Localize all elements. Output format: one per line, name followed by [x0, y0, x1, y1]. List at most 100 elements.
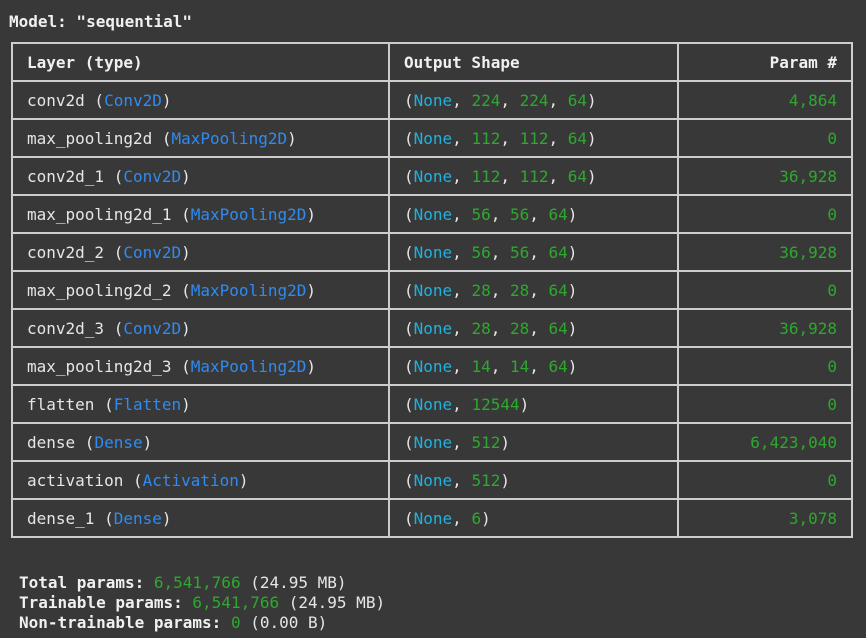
- shape-dim: 28: [471, 280, 491, 300]
- layer-cell: conv2d_3 (Conv2D): [11, 308, 390, 348]
- layer-cell: conv2d_2 (Conv2D): [11, 232, 390, 272]
- shape-dim: 12544: [471, 394, 520, 414]
- shape-dim: 56: [509, 242, 530, 262]
- trainable-params-label: Trainable params:: [19, 593, 183, 612]
- table-row: dense (Dense) (None, 512) 6,423,040: [11, 422, 853, 462]
- layer-type: Activation: [142, 470, 239, 490]
- trainable-params-line: Trainable params: 6,541,766 (24.95 MB): [19, 593, 385, 613]
- shape-dim: 112: [519, 166, 549, 186]
- output-shape-cell: (None, 56, 56, 64): [388, 194, 679, 234]
- param-count: 3,078: [788, 508, 837, 528]
- shape-dim: 512: [471, 432, 501, 452]
- table-row: max_pooling2d_3 (MaxPooling2D) (None, 14,…: [11, 346, 853, 386]
- table-row: conv2d_2 (Conv2D) (None, 56, 56, 64) 36,92…: [11, 232, 853, 272]
- shape-dim: 64: [567, 90, 588, 110]
- layer-type: MaxPooling2D: [171, 128, 288, 148]
- shape-dim: 14: [471, 356, 491, 376]
- layer-name: conv2d_3: [27, 318, 105, 338]
- output-shape-cell: (None, 224, 224, 64): [388, 80, 679, 120]
- model-summary-table: Layer (type) Output Shape Param # conv2d…: [11, 42, 853, 538]
- shape-batch-none: None: [413, 318, 453, 338]
- layer-name: max_pooling2d_1: [27, 204, 172, 224]
- param-count: 36,928: [779, 166, 837, 186]
- shape-dim: 28: [509, 318, 530, 338]
- table-row: max_pooling2d (MaxPooling2D) (None, 112, …: [11, 118, 853, 158]
- param-count: 4,864: [788, 90, 837, 110]
- shape-dim: 6: [471, 508, 482, 528]
- shape-batch-none: None: [413, 470, 453, 490]
- non-trainable-params-line: Non-trainable params: 0 (0.00 B): [19, 613, 385, 633]
- total-params-label: Total params:: [19, 573, 145, 592]
- shape-dim: 112: [471, 128, 501, 148]
- param-count-cell: 0: [677, 118, 853, 158]
- layer-name: dense_1: [27, 508, 95, 528]
- layer-type: MaxPooling2D: [190, 280, 307, 300]
- table-row: conv2d_1 (Conv2D) (None, 112, 112, 64) 36,…: [11, 156, 853, 196]
- table-header-row: Layer (type) Output Shape Param #: [11, 42, 853, 82]
- output-shape-cell: (None, 512): [388, 460, 679, 500]
- layer-name: conv2d_2: [27, 242, 105, 262]
- layer-type: MaxPooling2D: [190, 204, 307, 224]
- shape-batch-none: None: [413, 508, 453, 528]
- layer-cell: max_pooling2d_1 (MaxPooling2D): [11, 194, 390, 234]
- param-count-cell: 36,928: [677, 308, 853, 348]
- header-layer-type: Layer (type): [11, 42, 390, 82]
- table-row: max_pooling2d_1 (MaxPooling2D) (None, 56,…: [11, 194, 853, 234]
- shape-dim: 112: [519, 128, 549, 148]
- layer-cell: conv2d_1 (Conv2D): [11, 156, 390, 196]
- param-count-cell: 36,928: [677, 232, 853, 272]
- param-count-cell: 0: [677, 384, 853, 424]
- layer-name: conv2d_1: [27, 166, 105, 186]
- header-param-count: Param #: [677, 42, 853, 82]
- trainable-params-size: (24.95 MB): [288, 593, 386, 612]
- non-trainable-params-label: Non-trainable params:: [19, 613, 222, 632]
- layer-type: Flatten: [113, 394, 182, 414]
- layer-name: max_pooling2d_2: [27, 280, 172, 300]
- layer-cell: dense (Dense): [11, 422, 390, 462]
- layer-cell: dense_1 (Dense): [11, 498, 390, 538]
- param-count-cell: 4,864: [677, 80, 853, 120]
- layer-name: conv2d: [27, 90, 85, 110]
- total-params-value: 6,541,766: [153, 573, 241, 592]
- layer-type: Conv2D: [123, 318, 182, 338]
- shape-dim: 28: [471, 318, 491, 338]
- layer-cell: max_pooling2d (MaxPooling2D): [11, 118, 390, 158]
- shape-batch-none: None: [413, 394, 453, 414]
- param-count-cell: 3,078: [677, 498, 853, 538]
- output-shape-cell: (None, 6): [388, 498, 679, 538]
- param-count-cell: 6,423,040: [677, 422, 853, 462]
- shape-dim: 64: [548, 318, 568, 338]
- layer-type: Conv2D: [123, 242, 182, 262]
- non-trainable-params-size: (0.00 B): [250, 613, 328, 632]
- param-count: 0: [827, 280, 837, 300]
- shape-dim: 512: [471, 470, 501, 490]
- layer-name: max_pooling2d: [27, 128, 153, 148]
- table-row: dense_1 (Dense) (None, 6) 3,078: [11, 498, 853, 538]
- param-count-cell: 0: [677, 194, 853, 234]
- layer-cell: max_pooling2d_3 (MaxPooling2D): [11, 346, 390, 386]
- shape-dim: 64: [567, 128, 588, 148]
- output-shape-cell: (None, 14, 14, 64): [388, 346, 679, 386]
- layer-cell: flatten (Flatten): [11, 384, 390, 424]
- trainable-params-value: 6,541,766: [192, 593, 280, 612]
- output-shape-cell: (None, 56, 56, 64): [388, 232, 679, 272]
- shape-dim: 112: [471, 166, 501, 186]
- layer-type: Dense: [94, 432, 143, 452]
- output-shape-cell: (None, 112, 112, 64): [388, 118, 679, 158]
- param-count: 0: [827, 128, 837, 148]
- shape-dim: 14: [509, 356, 530, 376]
- shape-dim: 64: [548, 242, 568, 262]
- shape-batch-none: None: [413, 204, 453, 224]
- table-row: activation (Activation) (None, 512) 0: [11, 460, 853, 500]
- shape-dim: 56: [509, 204, 530, 224]
- table-row: flatten (Flatten) (None, 12544) 0: [11, 384, 853, 424]
- layer-type: Conv2D: [123, 166, 182, 186]
- header-output-shape: Output Shape: [388, 42, 679, 82]
- param-count: 6,423,040: [750, 432, 837, 452]
- shape-dim: 64: [548, 280, 568, 300]
- total-params-size: (24.95 MB): [250, 573, 347, 592]
- table-row: conv2d (Conv2D) (None, 224, 224, 64) 4,864: [11, 80, 853, 120]
- shape-batch-none: None: [413, 432, 453, 452]
- output-shape-cell: (None, 12544): [388, 384, 679, 424]
- layer-cell: conv2d (Conv2D): [11, 80, 390, 120]
